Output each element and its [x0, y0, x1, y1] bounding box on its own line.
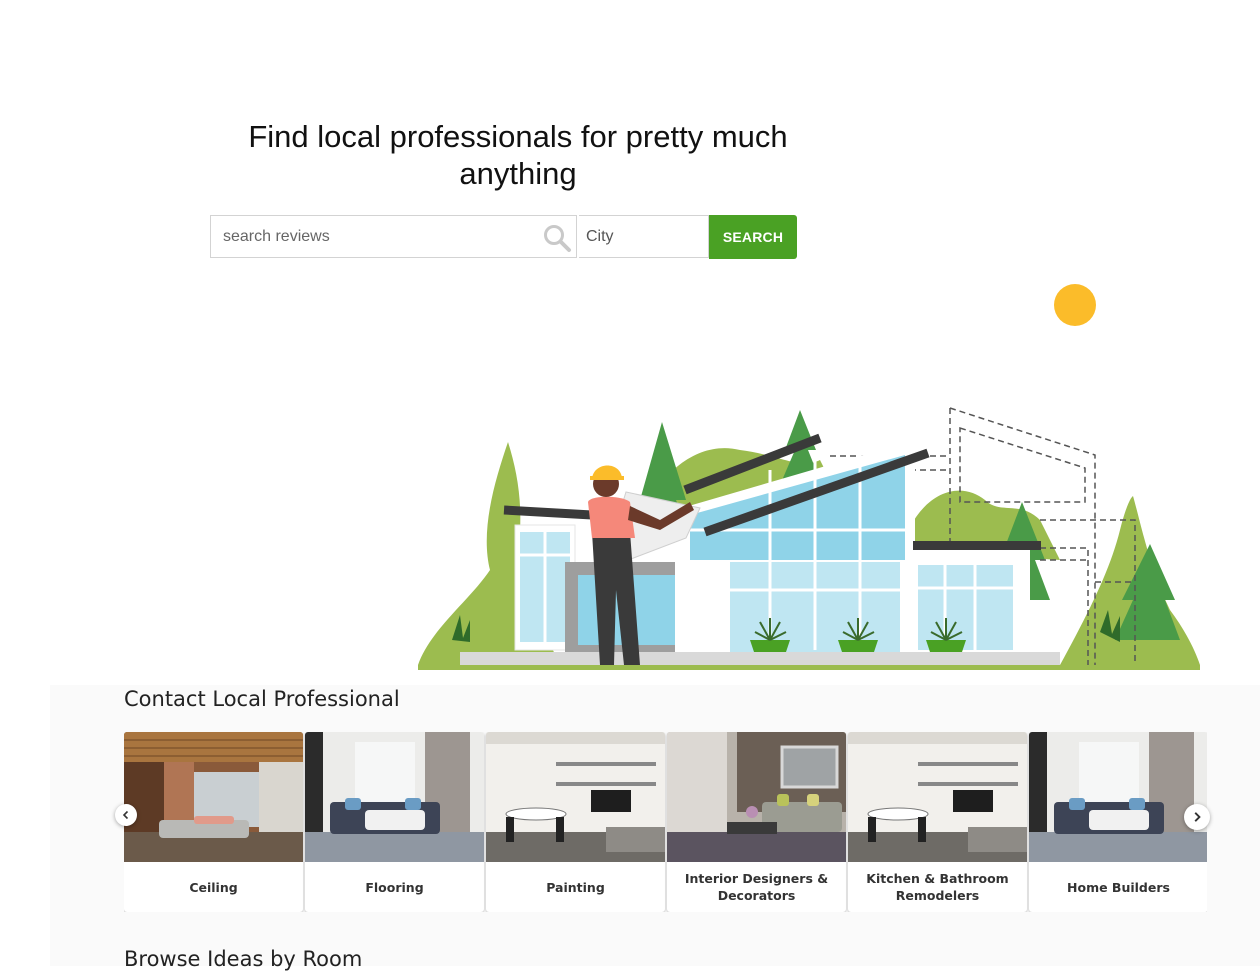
card-image	[848, 732, 1027, 862]
card-image	[305, 732, 484, 862]
card-label: Interior Designers & Decorators	[684, 871, 829, 903]
category-card-painting[interactable]: Painting	[486, 732, 665, 912]
category-card-kitchen-bathroom[interactable]: Kitchen & Bathroom Remodelers	[848, 732, 1027, 912]
search-input[interactable]	[211, 216, 531, 257]
category-card-ceiling[interactable]: Ceiling	[124, 732, 303, 912]
card-image	[124, 732, 303, 862]
hero-title: Find local professionals for pretty much…	[248, 119, 788, 191]
category-card-interior-designers[interactable]: Interior Designers & Decorators	[667, 732, 846, 912]
ground	[460, 652, 1060, 666]
card-image	[486, 732, 665, 862]
city-input[interactable]	[579, 216, 708, 257]
carousel-next-button[interactable]	[1184, 804, 1210, 830]
chevron-right-icon	[1194, 812, 1201, 822]
category-card-home-builders[interactable]: Home Builders	[1029, 732, 1207, 912]
contact-section: Contact Local Professional Ceiling Floor…	[50, 685, 1260, 971]
browse-section-title: Browse Ideas by Room	[124, 947, 363, 971]
card-label: Kitchen & Bathroom Remodelers	[866, 871, 1009, 903]
search-button[interactable]: SEARCH	[709, 215, 797, 259]
search-box[interactable]	[210, 215, 577, 258]
hero-illustration	[418, 284, 1200, 670]
chevron-left-icon	[122, 810, 129, 820]
card-label: Flooring	[365, 879, 424, 895]
category-card-flooring[interactable]: Flooring	[305, 732, 484, 912]
card-image	[1029, 732, 1207, 862]
category-carousel: Ceiling Flooring Painting Interior Desig…	[124, 732, 1207, 912]
search-icon[interactable]	[542, 223, 572, 253]
card-label: Painting	[546, 879, 605, 895]
card-label: Ceiling	[189, 879, 238, 895]
sun-icon	[1054, 284, 1096, 326]
carousel-prev-button[interactable]	[115, 804, 137, 826]
city-box[interactable]	[579, 215, 709, 258]
card-label: Home Builders	[1067, 879, 1170, 895]
card-image	[667, 732, 846, 862]
section-title: Contact Local Professional	[124, 687, 400, 711]
